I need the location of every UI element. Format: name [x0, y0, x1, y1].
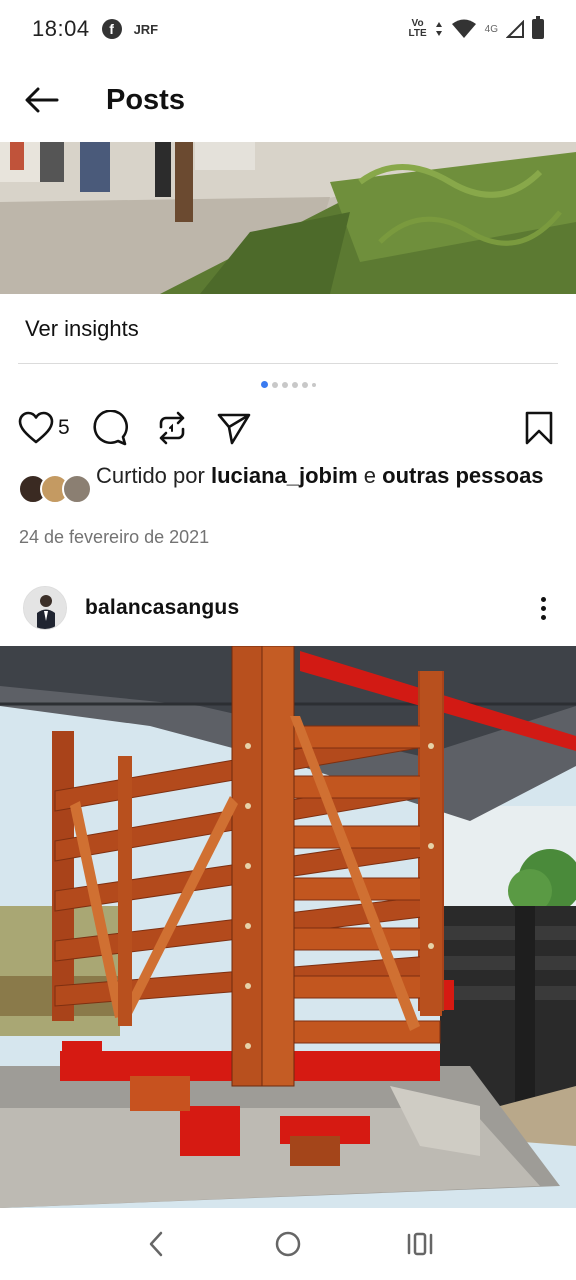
more-options-button[interactable]	[528, 588, 558, 628]
wifi-icon	[451, 19, 476, 38]
liker-avatars	[18, 474, 94, 506]
volte-line2: LTE	[408, 28, 427, 39]
network-type: 4G	[484, 23, 498, 35]
post-image-main-drawing	[0, 646, 576, 1208]
home-nav-icon	[275, 1231, 301, 1257]
carousel-dot	[281, 381, 288, 388]
like-count[interactable]: 5	[58, 416, 70, 440]
status-bar: 18:04 f JRF Vo LTE 4G	[0, 0, 576, 58]
more-vertical-icon	[540, 614, 546, 620]
save-button[interactable]	[524, 408, 554, 448]
data-arrows-icon	[435, 22, 442, 36]
post-image-top-drawing	[0, 142, 576, 294]
repost-icon	[159, 411, 185, 445]
back-button[interactable]	[12, 70, 72, 130]
battery-icon	[532, 16, 544, 39]
post-username[interactable]: balancasangus	[85, 596, 239, 620]
avatar-person-icon	[24, 587, 66, 629]
post-date: 24 de fevereiro de 2021	[19, 527, 210, 547]
status-right: Vo LTE 4G	[409, 16, 544, 39]
app-header: Posts	[0, 64, 576, 136]
like-button[interactable]: 5	[18, 408, 70, 448]
page-title: Posts	[106, 83, 185, 116]
liked-by-prefix: Curtido por	[96, 463, 211, 488]
share-button[interactable]	[216, 408, 252, 448]
facebook-icon: f	[101, 19, 122, 39]
next-post-header: balancasangus	[0, 582, 576, 634]
status-time: 18:04	[32, 16, 90, 41]
bookmark-icon	[525, 411, 553, 445]
liked-by-username[interactable]: luciana_jobim	[211, 463, 358, 488]
arrow-left-icon	[25, 87, 59, 113]
carousel-dot	[301, 381, 308, 388]
post-image-main[interactable]	[0, 646, 576, 1208]
nav-recents-button[interactable]	[390, 1214, 450, 1274]
carousel-dot	[271, 381, 278, 388]
back-nav-icon	[149, 1231, 163, 1257]
carousel-dot-active	[260, 381, 268, 388]
more-vertical-icon	[540, 596, 546, 602]
liked-by-connector: e	[357, 463, 383, 488]
heart-icon	[18, 411, 54, 444]
send-icon	[217, 413, 251, 445]
recents-nav-icon	[407, 1232, 433, 1256]
divider	[18, 363, 558, 364]
repost-button[interactable]	[155, 408, 189, 448]
carousel-dot	[291, 381, 298, 388]
liked-by-others[interactable]: outras pessoas	[382, 463, 543, 488]
comment-icon	[93, 410, 128, 446]
more-vertical-icon	[540, 605, 546, 611]
carousel-dot	[311, 382, 316, 387]
avatar[interactable]	[23, 586, 67, 630]
nav-back-button[interactable]	[126, 1214, 186, 1274]
notification-jrf: JRF	[133, 21, 159, 37]
post-actions: 5	[0, 408, 576, 450]
system-nav-bar	[0, 1208, 576, 1280]
view-insights-button[interactable]: Ver insights	[0, 296, 576, 362]
comment-button[interactable]	[92, 408, 128, 448]
carousel-indicator	[0, 381, 576, 388]
post-image-top[interactable]	[0, 142, 576, 294]
liked-by-text: Curtido por luciana_jobim e outras pesso…	[96, 462, 544, 506]
liked-by[interactable]: Curtido por luciana_jobim e outras pesso…	[18, 462, 558, 506]
nav-home-button[interactable]	[258, 1214, 318, 1274]
status-left: 18:04 f JRF	[32, 16, 158, 42]
volte-indicator: Vo LTE	[409, 19, 427, 39]
avatar	[62, 474, 92, 504]
signal-icon	[506, 20, 524, 38]
